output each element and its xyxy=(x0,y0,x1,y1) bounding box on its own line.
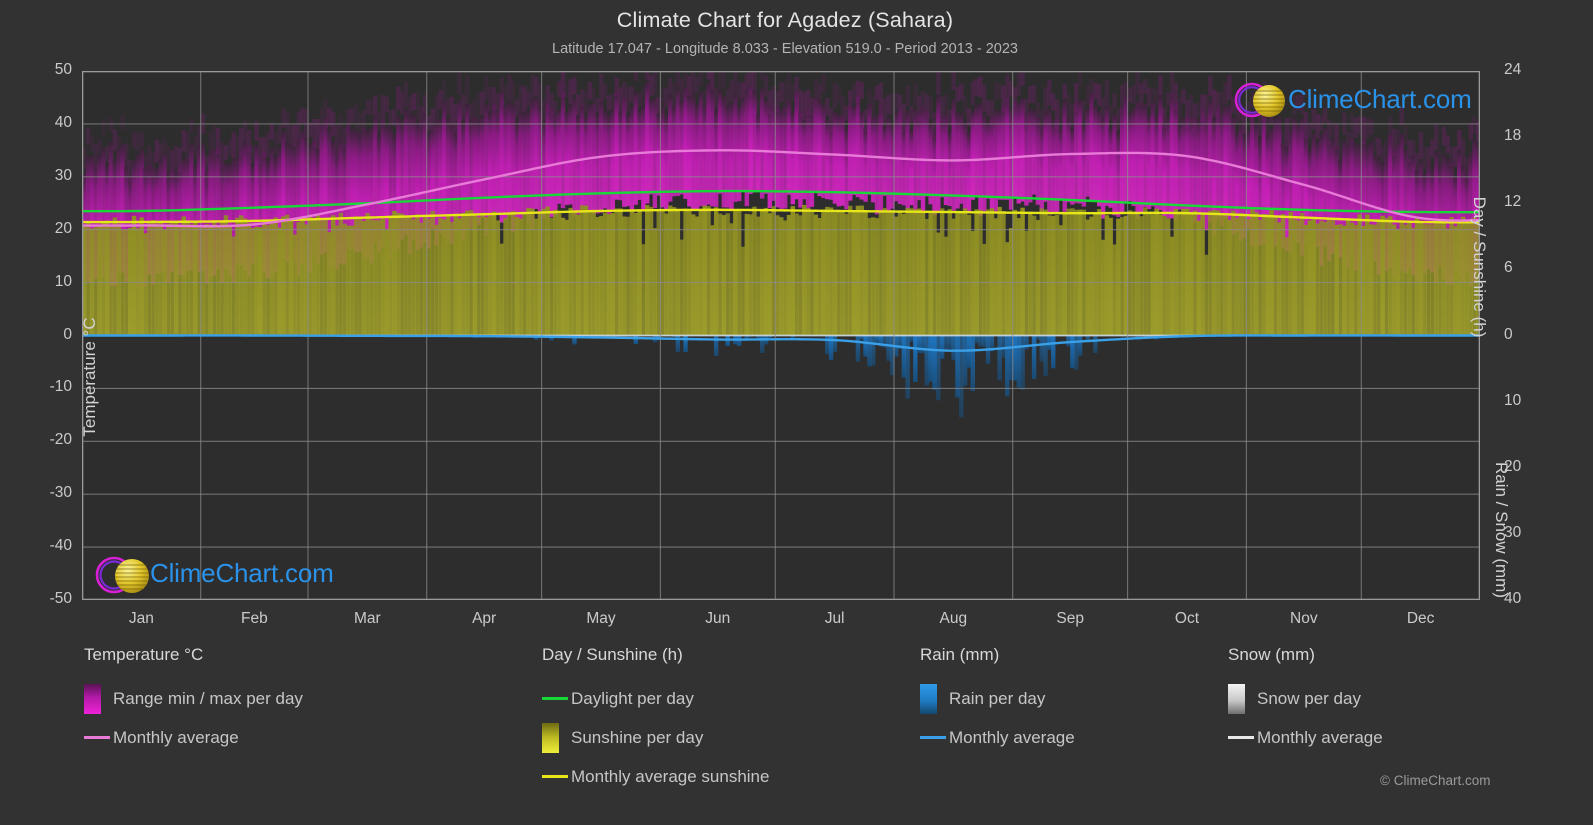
legend-item-label: Snow per day xyxy=(1257,688,1361,708)
y2-axis-title-day-sunshine: Day / Sunshine (h) xyxy=(1470,196,1489,338)
x-tick-Feb: Feb xyxy=(240,610,268,627)
y2-top-tick-0: 0 xyxy=(1504,325,1513,343)
legend-item[interactable]: Daylight per day xyxy=(542,679,769,718)
legend-item-label: Monthly average sunshine xyxy=(571,766,770,786)
legend-line-swatch-icon xyxy=(542,775,568,778)
x-tick-Jan: Jan xyxy=(128,610,154,627)
x-tick-Mar: Mar xyxy=(353,610,381,627)
legend-group-day-sunshine-h: Day / Sunshine (h) Daylight per day Sunshi… xyxy=(542,645,769,796)
y2-top-tick-6: 6 xyxy=(1504,259,1513,277)
legend-line xyxy=(920,736,946,739)
plot-area: Temperature °C Day / Sunshine (h) Rain /… xyxy=(50,61,1522,627)
legend-item[interactable]: Rain per day xyxy=(920,679,1075,718)
legend-swatch-icon xyxy=(920,683,937,714)
watermark-logo-text-top-right: ClimeChart.com xyxy=(1288,84,1472,114)
x-tick-Dec: Dec xyxy=(1406,610,1435,627)
legend-item-label: Daylight per day xyxy=(571,688,694,708)
y2-bottom-tick-10: 10 xyxy=(1504,391,1522,409)
y-tick-10: 10 xyxy=(54,272,72,290)
page-title: Climate Chart for Agadez (Sahara) xyxy=(616,8,954,32)
legend-item-label: Monthly average xyxy=(949,727,1075,747)
x-tick-Jun: Jun xyxy=(705,610,731,627)
legend-line-swatch-icon xyxy=(920,736,946,739)
legend-heading: Temperature °C xyxy=(84,645,204,664)
y2-top-tick-12: 12 xyxy=(1504,193,1522,211)
x-tick-Sep: Sep xyxy=(1056,610,1084,627)
y-tick--20: -20 xyxy=(49,431,72,449)
legend-item-label: Monthly average xyxy=(1257,727,1383,747)
legend-item-label: Monthly average xyxy=(113,727,239,747)
y-tick--30: -30 xyxy=(49,484,72,502)
x-tick-May: May xyxy=(586,610,616,627)
y2-bottom-tick-40: 40 xyxy=(1504,590,1522,607)
legend-swatch-icon xyxy=(1228,683,1245,714)
legend-item-label: Range min / max per day xyxy=(113,688,303,708)
x-tick-Apr: Apr xyxy=(472,610,497,627)
legend-line xyxy=(542,697,568,700)
y-tick-20: 20 xyxy=(54,219,72,237)
legend-heading: Day / Sunshine (h) xyxy=(542,645,683,664)
legend-heading: Rain (mm) xyxy=(920,645,1000,664)
y-tick--50: -50 xyxy=(49,590,72,607)
legend-item[interactable]: Snow per day xyxy=(1228,679,1383,718)
x-tick-Nov: Nov xyxy=(1290,610,1318,627)
legend-item-label: Rain per day xyxy=(949,688,1046,708)
legend-item[interactable]: Monthly average xyxy=(84,718,303,757)
y2-top-tick-18: 18 xyxy=(1504,127,1522,145)
legend-line xyxy=(84,736,110,739)
chart-legend: Temperature °C Range min / max per day Mon… xyxy=(0,645,1593,825)
x-tick-Aug: Aug xyxy=(939,610,968,627)
y-tick-30: 30 xyxy=(54,166,72,184)
x-tick-Jul: Jul xyxy=(824,610,845,627)
legend-item[interactable]: Monthly average xyxy=(1228,718,1383,757)
y-tick-0: 0 xyxy=(63,325,72,343)
y2-bottom-tick-20: 20 xyxy=(1504,457,1522,475)
legend-item[interactable]: Range min / max per day xyxy=(84,679,303,718)
legend-item[interactable]: Monthly average sunshine xyxy=(542,757,769,796)
y2-bottom-tick-30: 30 xyxy=(1504,523,1522,541)
y-tick-50: 50 xyxy=(54,61,72,78)
legend-group-snow-mm: Snow (mm) Snow per day Monthly average xyxy=(1228,645,1383,757)
watermark-logo-text-bottom-left: ClimeChart.com xyxy=(150,558,334,588)
legend-item[interactable]: Monthly average xyxy=(920,718,1075,757)
legend-swatch-icon xyxy=(84,683,101,714)
legend-line xyxy=(1228,736,1254,739)
copyright-notice: © ClimeChart.com xyxy=(1380,773,1491,788)
climate-plot xyxy=(82,71,1480,600)
legend-heading: Snow (mm) xyxy=(1228,645,1315,664)
legend-line-swatch-icon xyxy=(542,697,568,700)
legend-item-label: Sunshine per day xyxy=(571,727,704,747)
climate-chart-page: Climate Chart for Agadez (Sahara) Latitu… xyxy=(0,0,1593,825)
y-tick--40: -40 xyxy=(49,537,72,555)
legend-group-temperature-c: Temperature °C Range min / max per day Mon… xyxy=(84,645,303,757)
legend-line xyxy=(542,775,568,778)
legend-line-swatch-icon xyxy=(84,736,110,739)
legend-group-rain-mm: Rain (mm) Rain per day Monthly average xyxy=(920,645,1075,757)
legend-item[interactable]: Sunshine per day xyxy=(542,718,769,757)
sunshine-bars xyxy=(82,204,1480,336)
y-tick-40: 40 xyxy=(54,113,72,131)
legend-swatch-icon xyxy=(542,722,559,753)
legend-line-swatch-icon xyxy=(1228,736,1254,739)
x-tick-Oct: Oct xyxy=(1174,610,1200,627)
y2-top-tick-24: 24 xyxy=(1504,61,1522,78)
y-tick--10: -10 xyxy=(49,378,72,396)
page-subtitle: Latitude 17.047 - Longitude 8.033 - Elev… xyxy=(552,41,1018,57)
